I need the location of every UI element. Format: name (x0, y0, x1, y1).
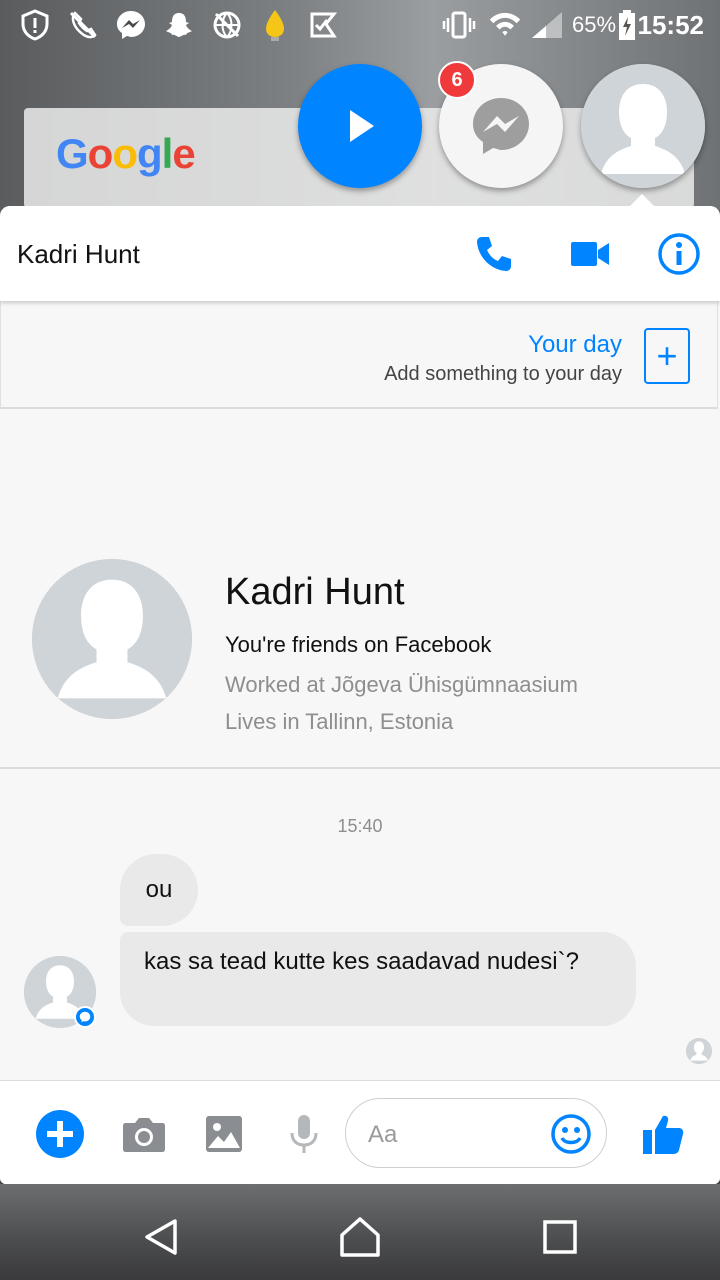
your-day-title: Your day (528, 331, 622, 358)
contact-chathead[interactable] (581, 64, 705, 188)
profile-avatar[interactable] (32, 559, 192, 719)
home-icon (340, 1217, 380, 1257)
info-button[interactable] (655, 230, 703, 278)
more-actions-button[interactable] (35, 1109, 85, 1159)
back-icon (145, 1219, 177, 1255)
lightbulb-icon (258, 8, 292, 42)
image-icon (206, 1116, 242, 1152)
contact-profile-card: Kadri Hunt You're friends on Facebook Wo… (0, 409, 720, 769)
video-call-button[interactable] (566, 230, 614, 278)
message-composer: Aa (0, 1080, 720, 1184)
like-button[interactable] (638, 1109, 688, 1159)
no-network-icon (210, 8, 244, 42)
your-day-subtitle: Add something to your day (384, 363, 622, 385)
message-text: ou (145, 876, 173, 903)
chat-panel: Kadri Hunt Your day Add something to you… (0, 206, 720, 1184)
clock: 15:52 (637, 10, 705, 40)
voice-call-button[interactable] (470, 230, 518, 278)
thumbs-up-icon (643, 1115, 684, 1154)
play-chathead[interactable] (298, 64, 422, 188)
phone-icon (477, 237, 511, 271)
profile-work: Worked at Jõgeva Ühisgümnaasium (225, 672, 578, 697)
profile-name: Kadri Hunt (225, 571, 405, 613)
message-text: kas sa tead kutte kes saadavad nudesi`? (144, 948, 579, 975)
conversation-header: Kadri Hunt (0, 206, 720, 301)
recents-icon (543, 1220, 577, 1254)
info-icon (658, 233, 700, 275)
vibrate-icon (442, 8, 476, 42)
emoji-icon[interactable] (550, 1113, 592, 1155)
status-bar: 65% 15:52 (0, 0, 720, 50)
shield-alert-icon (18, 8, 52, 42)
google-logo: Google (56, 130, 196, 177)
navigation-bar (0, 1190, 720, 1280)
messenger-icon (114, 8, 148, 42)
camera-button[interactable] (119, 1109, 169, 1159)
message-input[interactable]: Aa (345, 1098, 607, 1168)
play-icon (350, 110, 374, 142)
recents-button[interactable] (535, 1212, 585, 1262)
wifi-icon (488, 8, 522, 42)
video-camera-icon (571, 242, 609, 266)
friendship-status: You're friends on Facebook (225, 632, 492, 657)
default-avatar-icon (32, 559, 192, 719)
signal-icon (530, 8, 564, 42)
snapchat-icon (162, 8, 196, 42)
check-flag-icon (306, 8, 340, 42)
message-timestamp: 15:40 (337, 816, 383, 836)
camera-icon (123, 1118, 165, 1152)
messenger-badge-icon (74, 1006, 96, 1028)
contact-name[interactable]: Kadri Hunt (17, 239, 140, 270)
message-bubble[interactable]: ou (120, 854, 198, 926)
unread-badge: 6 (438, 61, 476, 99)
home-button[interactable] (335, 1212, 385, 1262)
default-avatar-icon (581, 64, 705, 188)
plus-icon (36, 1110, 84, 1158)
back-button[interactable] (136, 1212, 186, 1262)
messenger-icon (473, 98, 529, 154)
voice-message-button[interactable] (279, 1109, 329, 1159)
seen-indicator-avatar (686, 1038, 712, 1064)
your-day-section[interactable]: Your day Add something to your day + (0, 301, 718, 409)
add-story-button[interactable]: + (644, 328, 690, 384)
gallery-button[interactable] (199, 1109, 249, 1159)
message-bubble[interactable]: kas sa tead kutte kes saadavad nudesi`? (120, 932, 636, 1026)
profile-location: Lives in Tallinn, Estonia (225, 709, 454, 734)
no-phone-icon (66, 8, 100, 42)
microphone-icon (290, 1115, 318, 1153)
message-input-placeholder: Aa (368, 1121, 398, 1148)
